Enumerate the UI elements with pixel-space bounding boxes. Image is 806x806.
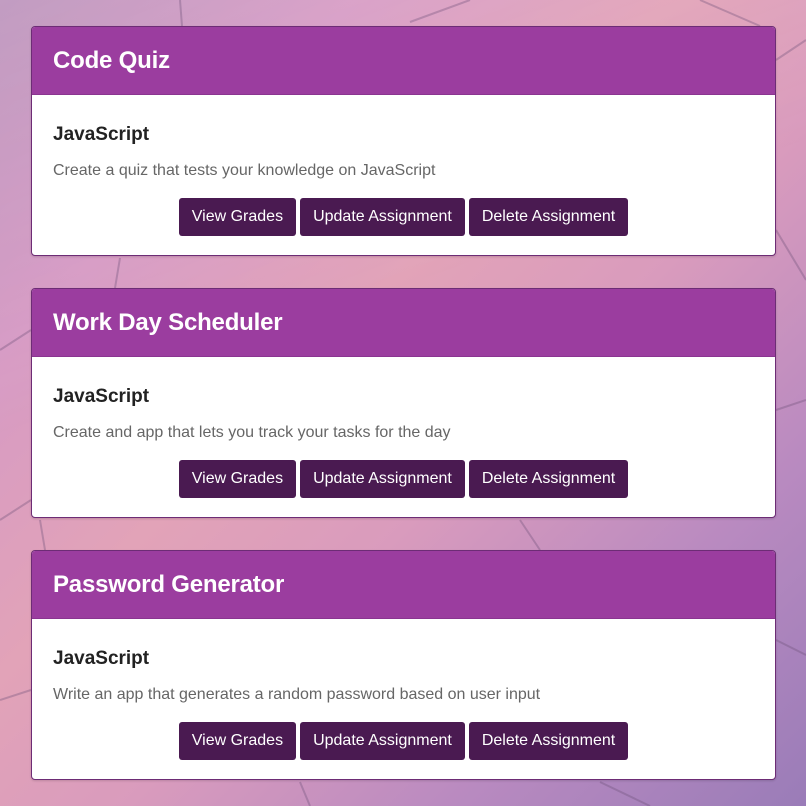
assignment-subject: JavaScript	[53, 648, 150, 669]
assignment-card: Work Day Scheduler JavaScript Create and…	[31, 288, 776, 518]
view-grades-button[interactable]: View Grades	[178, 198, 297, 236]
delete-assignment-button[interactable]: Delete Assignment	[468, 460, 629, 498]
card-header: Code Quiz	[32, 27, 775, 95]
assignment-subject: JavaScript	[53, 124, 150, 145]
update-assignment-button[interactable]: Update Assignment	[300, 198, 465, 236]
assignment-list: Code Quiz JavaScript Create a quiz that …	[31, 26, 776, 806]
card-header: Work Day Scheduler	[32, 289, 775, 357]
assignment-subject: JavaScript	[53, 386, 150, 407]
view-grades-button[interactable]: View Grades	[178, 460, 297, 498]
button-row: View Grades Update Assignment Delete Ass…	[53, 198, 754, 236]
update-assignment-button[interactable]: Update Assignment	[300, 460, 465, 498]
update-assignment-button[interactable]: Update Assignment	[300, 722, 465, 760]
button-row: View Grades Update Assignment Delete Ass…	[53, 722, 754, 760]
delete-assignment-button[interactable]: Delete Assignment	[468, 722, 629, 760]
card-body: JavaScript Create and app that lets you …	[32, 357, 775, 498]
view-grades-button[interactable]: View Grades	[178, 722, 297, 760]
assignment-card: Code Quiz JavaScript Create a quiz that …	[31, 26, 776, 256]
assignment-title: Password Generator	[53, 570, 285, 598]
assignment-description: Write an app that generates a random pas…	[53, 686, 541, 703]
card-header: Password Generator	[32, 551, 775, 619]
card-body: JavaScript Write an app that generates a…	[32, 619, 775, 760]
assignment-title: Code Quiz	[53, 46, 170, 74]
delete-assignment-button[interactable]: Delete Assignment	[468, 198, 629, 236]
assignment-card: Password Generator JavaScript Write an a…	[31, 550, 776, 780]
assignment-description: Create a quiz that tests your knowledge …	[53, 162, 436, 179]
card-body: JavaScript Create a quiz that tests your…	[32, 95, 775, 236]
assignment-description: Create and app that lets you track your …	[53, 424, 451, 441]
assignment-title: Work Day Scheduler	[53, 308, 283, 336]
button-row: View Grades Update Assignment Delete Ass…	[53, 460, 754, 498]
